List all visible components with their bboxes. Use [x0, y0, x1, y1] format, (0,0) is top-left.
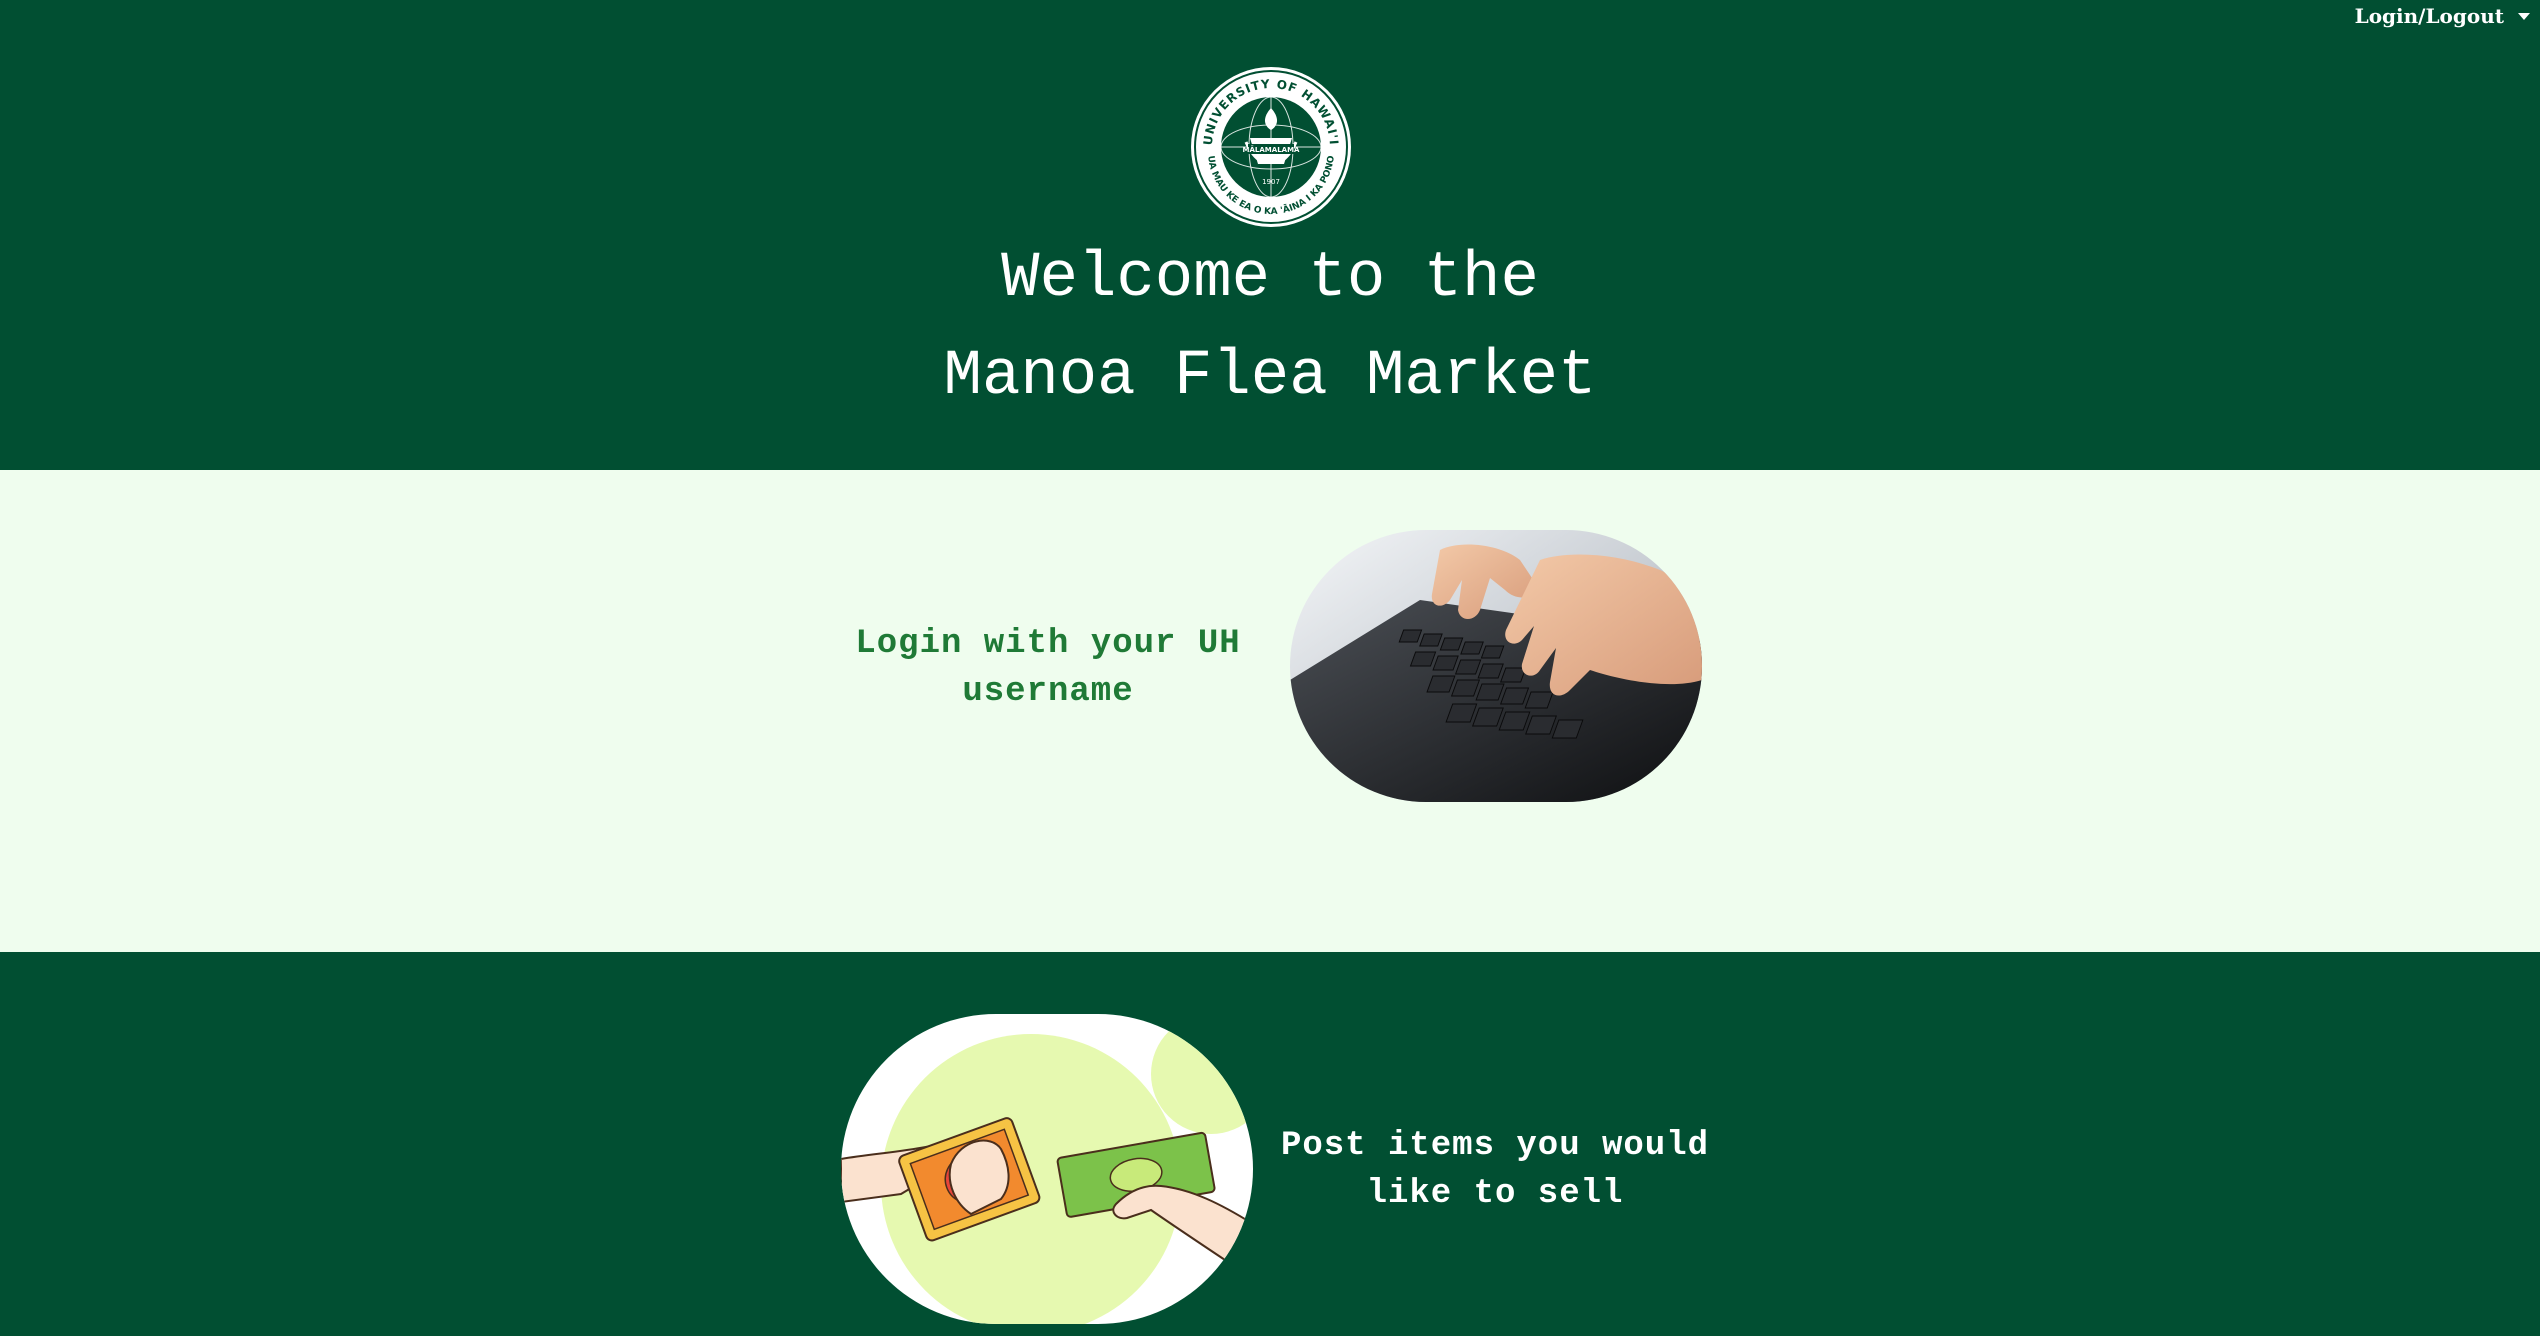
top-navbar: Login/Logout [0, 0, 2540, 40]
dropdown-caret-icon [2518, 12, 2530, 20]
post-items-section: Post items you would like to sell [0, 952, 2540, 1336]
login-logout-label: Login/Logout [2354, 4, 2504, 28]
login-logout-dropdown[interactable]: Login/Logout [2355, 4, 2530, 28]
hero-title-line-1: Welcome to the [1001, 243, 1539, 315]
money-exchange-illustration [841, 1014, 1253, 1324]
post-items-text: Post items you would like to sell [1280, 1127, 1710, 1213]
svg-text:1907: 1907 [1262, 178, 1280, 186]
login-info-section: Login with your UH username [0, 470, 2540, 952]
svg-text:MĀLAMALAMA: MĀLAMALAMA [1243, 145, 1300, 154]
hero-section: UNIVERSITY OF HAWAI'I UA MAU KE EA O KA … [0, 0, 2540, 470]
university-seal-logo: UNIVERSITY OF HAWAI'I UA MAU KE EA O KA … [1191, 67, 1351, 227]
hero-title: Welcome to the Manoa Flea Market [0, 230, 2540, 426]
keyboard-typing-photo [1290, 530, 1702, 802]
login-instruction-text: Login with your UH username [855, 625, 1241, 711]
hero-title-line-2: Manoa Flea Market [943, 341, 1597, 413]
